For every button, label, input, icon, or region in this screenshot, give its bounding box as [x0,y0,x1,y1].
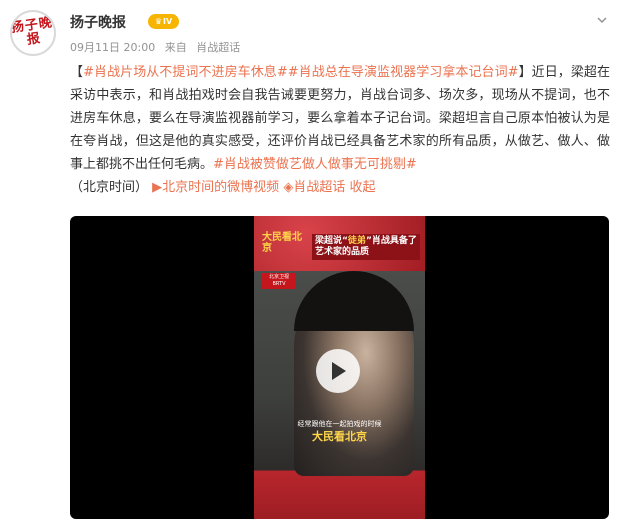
hashtag-2[interactable]: #肖战总在导演监视器学习拿本记台词# [288,65,519,80]
play-icon[interactable] [316,349,360,393]
post-body: 近日，梁超在采访中表示，和肖战拍戏时会自我告诫要更努力，肖战台词多、场次多，现场… [70,65,610,172]
verified-badge: ♛ IV [148,14,179,29]
account-avatar[interactable]: 扬子晚报 [10,10,56,56]
video-logo: 大民看北京 [262,232,302,254]
video-figure-hair [294,271,414,331]
chevron-down-icon[interactable] [595,12,609,26]
source-prefix: 来自 [164,41,187,54]
chaohua-link-icon: ◈ [283,180,294,195]
bracket-open: 【 [70,65,84,80]
video-link-icon: ▶ [152,180,163,195]
beijing-time-label: （北京时间） [70,180,149,195]
post-time[interactable]: 09月11日 20:00 [70,41,155,54]
badge-level: IV [163,17,173,26]
video-player[interactable]: 大民看北京 梁超说“徒弟”肖战具备了艺术家的品质 北京卫视 BRTV 经常跟他在… [70,216,609,519]
collapse-button[interactable]: 收起 [349,180,375,195]
post-text: 【#肖战片场从不提词不进房车休息##肖战总在导演监视器学习拿本记台词#】近日，梁… [70,61,610,199]
hashtag-3[interactable]: #肖战被赞做艺做人做事无可挑剔# [213,157,417,172]
video-subtitle: 经常跟他在一起拍戏的时候 [297,420,382,428]
video-bottom-logo: 大民看北京 [312,430,367,443]
video-title-card: 梁超说“徒弟”肖战具备了艺术家的品质 [312,234,420,260]
bracket-close: 】 [518,65,532,80]
account-name[interactable]: 扬子晚报 [70,12,126,32]
crown-icon: ♛ [154,17,162,26]
avatar-logo-text: 扬子晚报 [10,15,54,48]
hashtag-1[interactable]: #肖战片场从不提词不进房车休息# [83,65,288,80]
post-source[interactable]: 肖战超话 [196,41,240,54]
video-link[interactable]: ▶北京时间的微博视频 [152,180,279,195]
chaohua-link[interactable]: ◈肖战超话 [283,180,345,195]
post-meta: 09月11日 20:00 来自 肖战超话 [70,39,246,55]
channel-logo: 北京卫视 BRTV [262,273,296,289]
